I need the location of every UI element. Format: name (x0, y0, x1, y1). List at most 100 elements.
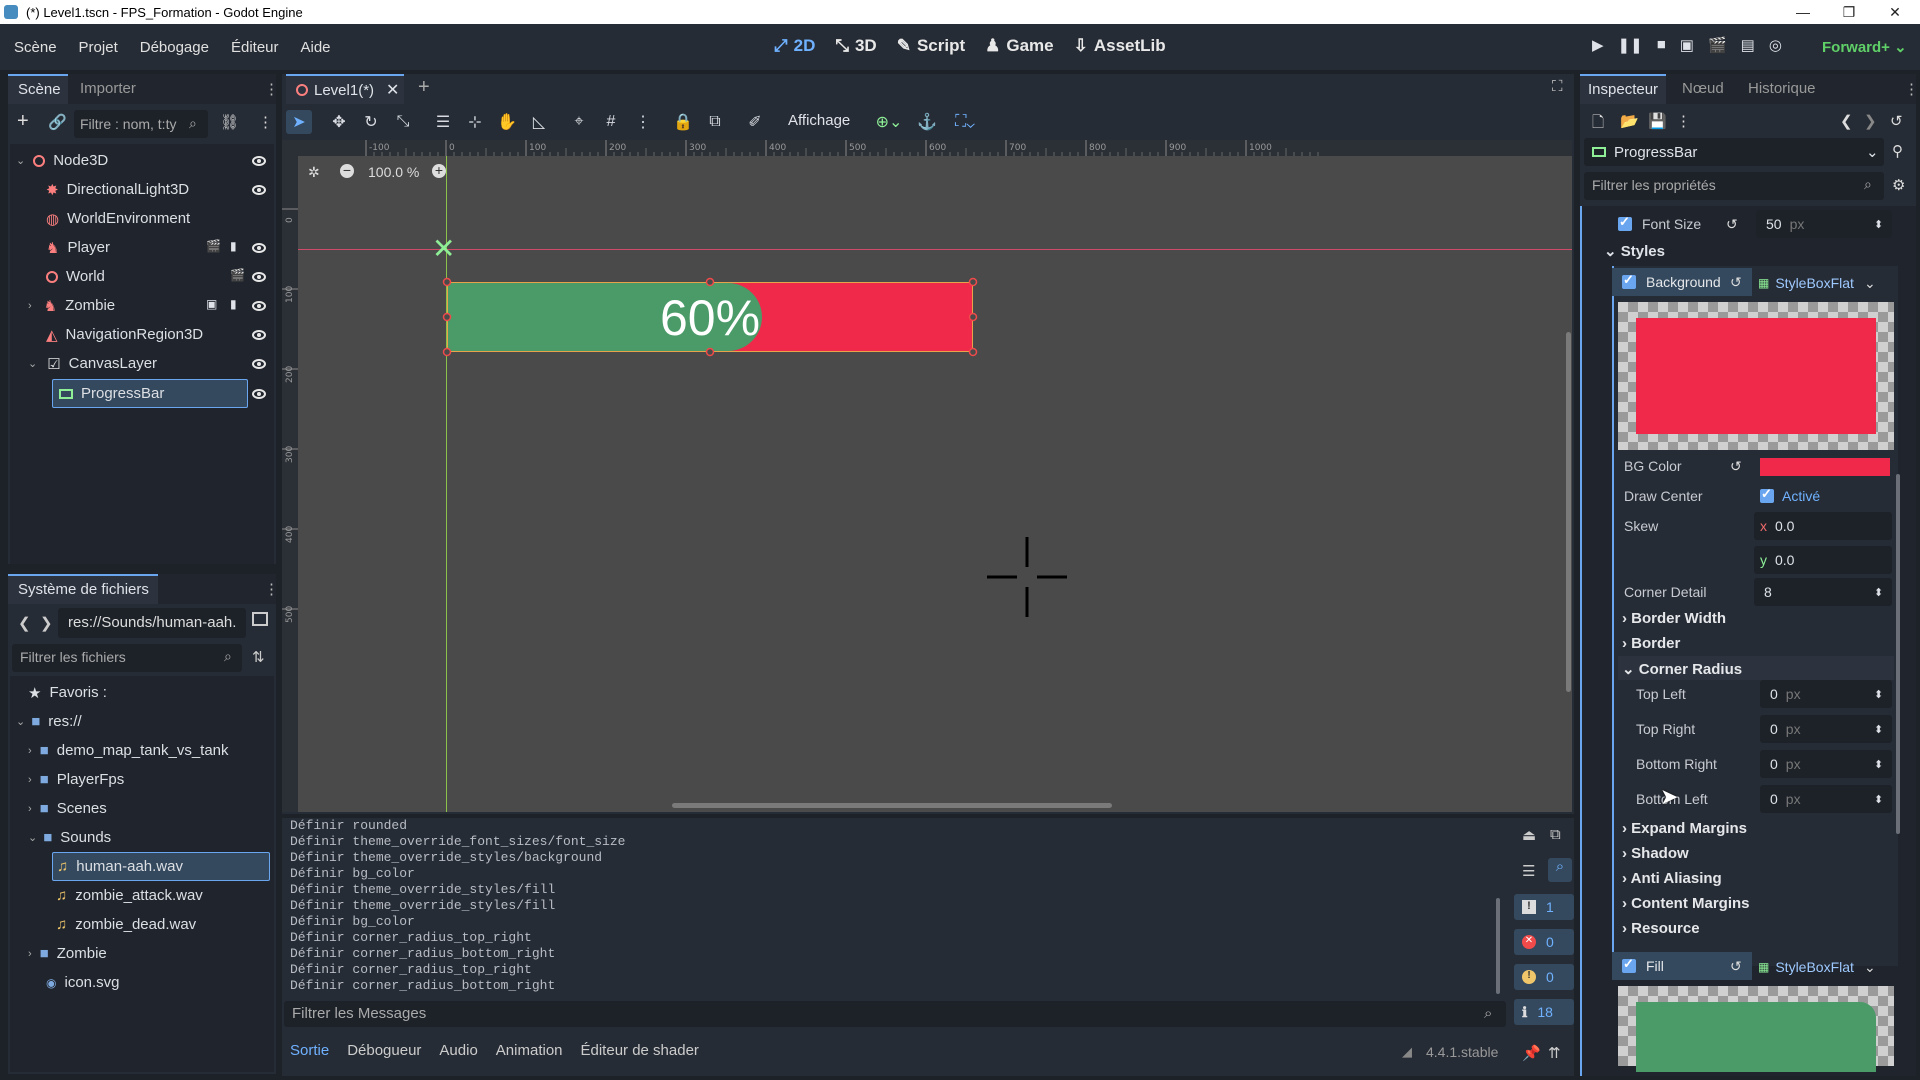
rotate-tool-icon[interactable]: ↻ (358, 110, 384, 134)
font-size-field[interactable]: 50 px ⬍ (1756, 210, 1892, 238)
stepper-icon[interactable]: ⬍ (1874, 793, 1883, 806)
scene-filter-input[interactable]: Filtre : nom, t:ty ⌕ (74, 110, 208, 138)
filter-options-icon[interactable]: ⚙ (1892, 176, 1905, 194)
error-count-button[interactable]: ✕ 0 (1514, 929, 1574, 955)
folder-playerfps[interactable]: › ■ PlayerFps (10, 765, 124, 794)
stop-icon[interactable]: ■ (1657, 36, 1666, 54)
instance-scene-icon[interactable]: ⛓ (220, 113, 239, 131)
select-tool-icon[interactable]: ➤ (286, 110, 312, 134)
minimize-icon[interactable]: — (1780, 0, 1826, 24)
history-back-icon[interactable]: ❮ (1840, 112, 1853, 130)
message-count-button[interactable]: ! 1 (1514, 894, 1574, 920)
file-filter-input[interactable]: Filtrer les fichiers ⌕ (12, 644, 242, 672)
chevron-right-icon[interactable]: › (28, 803, 32, 815)
play-custom-scene-icon[interactable]: ▤ (1741, 36, 1755, 54)
folder-zombie[interactable]: › ■ Zombie (10, 939, 107, 968)
section-expand-margins[interactable]: › Expand Margins (1622, 820, 1747, 837)
smart-snap-icon[interactable]: ⌖ (566, 110, 592, 134)
folder-demo-map[interactable]: › ■ demo_map_tank_vs_tank (10, 736, 229, 765)
section-anti-aliasing[interactable]: › Anti Aliasing (1622, 870, 1722, 887)
link-icon[interactable]: 🔗 (48, 113, 67, 131)
corner-bottom-right-field[interactable]: 0 px ⬍ (1760, 750, 1892, 778)
split-mode-icon[interactable] (252, 612, 268, 626)
clear-output-icon[interactable]: ⏏ (1522, 826, 1536, 844)
corner-detail-field[interactable]: 8 ⬍ (1754, 578, 1892, 606)
tab-animation[interactable]: Animation (496, 1042, 563, 1059)
dock-menu-icon[interactable]: ⋮ (264, 80, 279, 98)
mode-assetlib-button[interactable]: ⇩ AssetLib (1074, 36, 1166, 56)
background-resource-picker[interactable]: ▦ StyleBoxFlat ⌄ (1758, 270, 1892, 296)
chevron-right-icon[interactable]: › (28, 745, 32, 757)
visibility-eye-icon[interactable] (252, 272, 266, 282)
revert-icon[interactable]: ↺ (1730, 274, 1742, 291)
expand-panel-icon[interactable]: ⇈ (1548, 1044, 1561, 1062)
menu-help[interactable]: Aide (290, 39, 342, 56)
anchor-icon[interactable]: ⚓ (914, 110, 940, 134)
play-scene-icon[interactable]: 🎬 (1708, 36, 1727, 54)
mode-3d-button[interactable]: ⤡ 3D (835, 36, 876, 56)
movie-maker-icon[interactable]: ◎ (1769, 36, 1782, 54)
save-resource-icon[interactable]: 💾 (1648, 112, 1667, 130)
chevron-down-icon[interactable]: ⌄ (28, 831, 37, 844)
maximize-icon[interactable]: ❐ (1826, 0, 1872, 24)
section-content-margins[interactable]: › Content Margins (1622, 895, 1750, 912)
path-field[interactable]: res://Sounds/human-aah. (58, 608, 246, 638)
tree-item-canvaslayer[interactable]: ⌄ ☑ CanvasLayer (10, 349, 274, 378)
mode-2d-button[interactable]: ⤢ 2D (774, 36, 815, 56)
bg-color-picker[interactable] (1760, 458, 1890, 476)
warning-count-button[interactable]: ! 0 (1514, 964, 1574, 990)
folder-res[interactable]: ⌄ ■ res:// (10, 707, 82, 736)
menu-editor[interactable]: Éditeur (220, 39, 290, 56)
property-filter-input[interactable]: Filtrer les propriétés ⌕ (1584, 172, 1884, 200)
vertical-scrollbar[interactable] (1566, 332, 1571, 692)
forward-icon[interactable]: ❯ (40, 614, 53, 632)
tab-filesystem[interactable]: Système de fichiers (8, 574, 158, 604)
grid-snap-icon[interactable]: # (598, 110, 624, 134)
tab-history[interactable]: Historique (1748, 80, 1816, 97)
visibility-eye-icon[interactable] (252, 156, 266, 166)
favorites-item[interactable]: ★ Favoris : (10, 678, 107, 707)
pan-tool-icon[interactable]: ✋ (494, 110, 520, 134)
renderer-select[interactable]: Forward+ ⌄ (1822, 38, 1907, 56)
background-checkbox[interactable] (1622, 272, 1636, 289)
tab-import[interactable]: Importer (80, 80, 136, 97)
tab-node[interactable]: Nœud (1682, 80, 1724, 97)
skew-x-field[interactable]: x 0.0 (1754, 512, 1892, 540)
info-count-button[interactable]: ℹ 18 (1514, 999, 1574, 1025)
chevron-right-icon[interactable]: › (28, 774, 32, 786)
menu-scene[interactable]: Scène (3, 39, 68, 56)
remote-debug-icon[interactable]: ▣ (1680, 36, 1694, 54)
tab-shader-editor[interactable]: Éditeur de shader (581, 1042, 699, 1059)
move-tool-icon[interactable]: ✥ (326, 110, 352, 134)
copy-output-icon[interactable]: ⧉ (1550, 826, 1561, 843)
file-icon-svg[interactable]: ◉ icon.svg (10, 968, 120, 997)
new-resource-icon[interactable]: 🗋 (1592, 112, 1604, 137)
snap-options-icon[interactable]: ⋮ (630, 110, 656, 134)
output-filter-input[interactable]: Filtrer les Messages ⌕ (284, 1001, 1506, 1027)
revert-icon[interactable]: ↺ (1730, 958, 1742, 975)
script-icon[interactable]: ▮ (230, 239, 237, 253)
view-menu-button[interactable]: Affichage (788, 112, 850, 129)
output-scrollbar[interactable] (1496, 898, 1500, 994)
collapse-icon[interactable]: ☰ (1522, 862, 1535, 880)
scene-instance-icon[interactable]: 🎬 (230, 268, 245, 282)
node-selector[interactable]: ProgressBar ⌄ (1584, 138, 1884, 166)
lock-icon[interactable]: 🔒 (670, 110, 696, 134)
draw-center-toggle[interactable]: Activé (1760, 482, 1820, 510)
stepper-icon[interactable]: ⬍ (1874, 723, 1883, 736)
ruler-tool-icon[interactable]: ◺ (526, 110, 552, 134)
tab-inspector[interactable]: Inspecteur (1580, 74, 1666, 104)
visibility-eye-icon[interactable] (252, 243, 266, 253)
search-output-icon[interactable]: ⌕ (1548, 858, 1572, 882)
tree-item-directionallight3d[interactable]: ✸ DirectionalLight3D (10, 175, 274, 204)
close-window-icon[interactable]: ✕ (1872, 0, 1918, 24)
folder-scenes[interactable]: › ■ Scenes (10, 794, 107, 823)
new-tab-icon[interactable]: + (418, 76, 430, 99)
corner-top-left-field[interactable]: 0 px ⬍ (1760, 680, 1892, 708)
mode-game-button[interactable]: ♟ Game (985, 36, 1054, 56)
version-label[interactable]: 4.4.1.stable (1426, 1044, 1498, 1060)
visibility-eye-icon[interactable] (252, 359, 266, 369)
history-forward-icon[interactable]: ❯ (1864, 112, 1877, 130)
tree-item-worldenvironment[interactable]: ◍ WorldEnvironment (10, 204, 274, 233)
chevron-down-icon[interactable]: ⌄ (16, 715, 25, 728)
